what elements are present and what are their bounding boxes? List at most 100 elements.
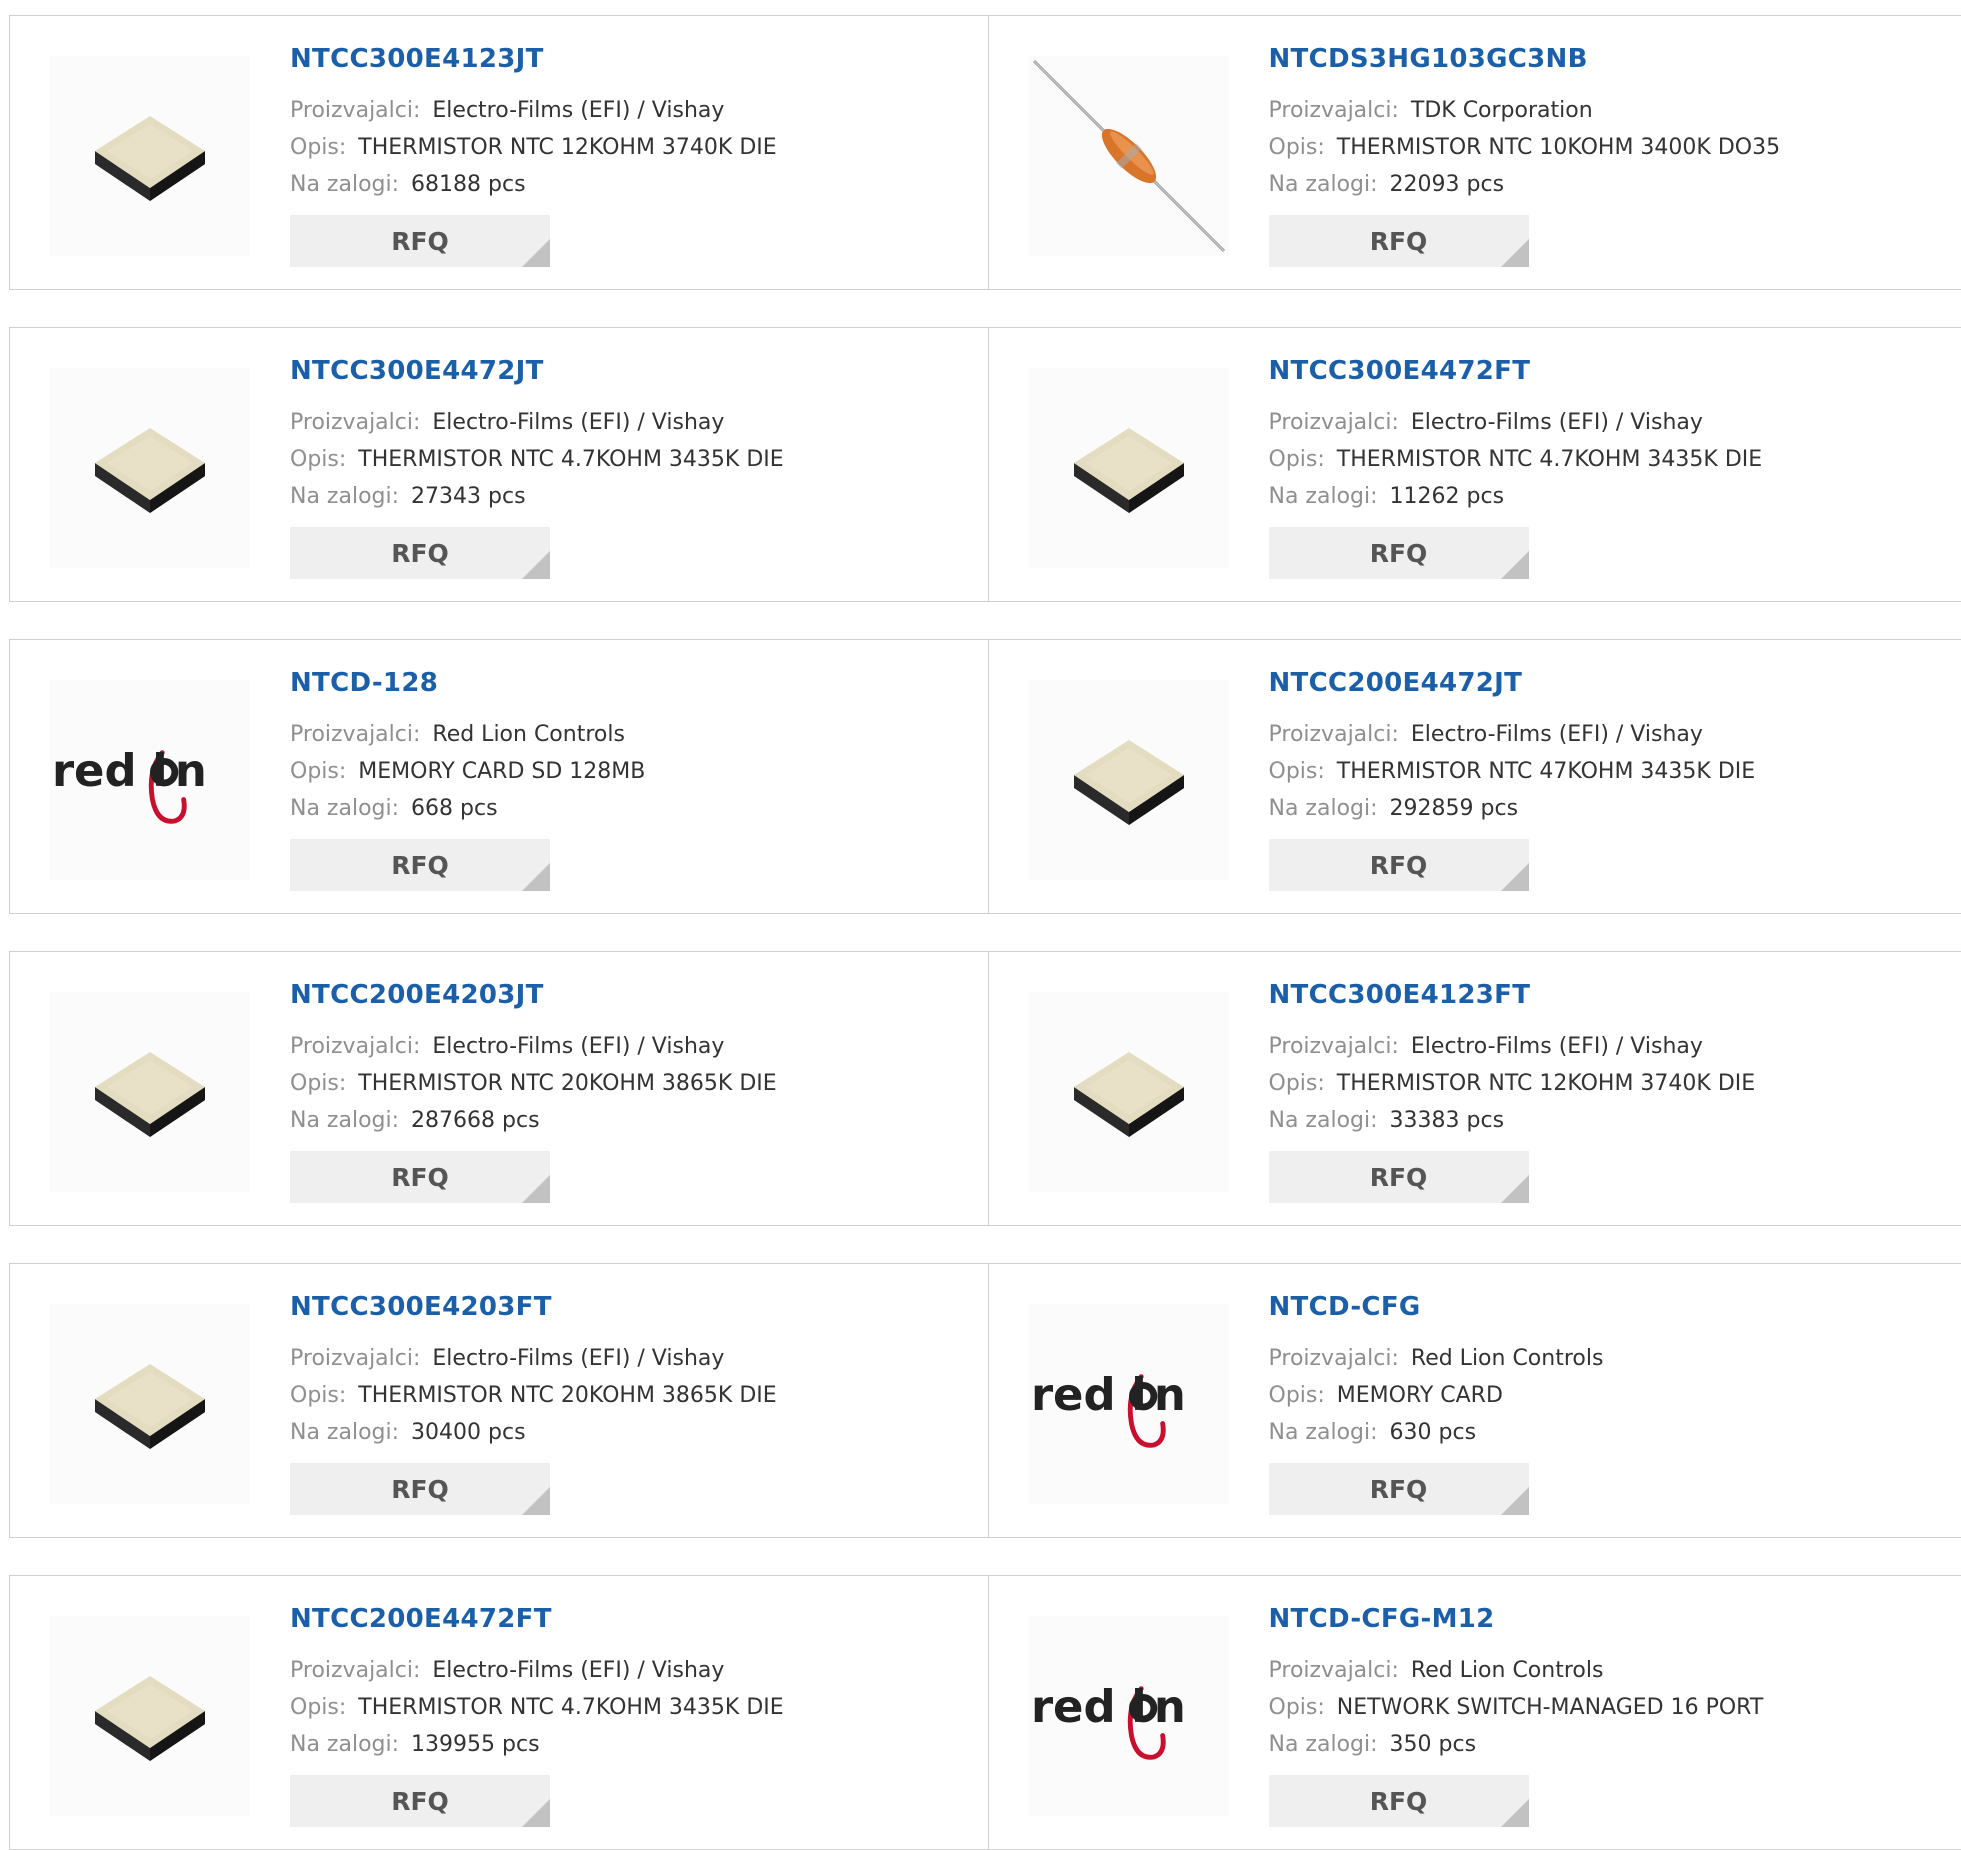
part-number-link[interactable]: NTCC300E4472JT — [290, 356, 784, 386]
stock-value: 350 pcs — [1390, 1732, 1477, 1757]
rfq-button[interactable]: RFQ — [1269, 1151, 1529, 1203]
description-value: THERMISTOR NTC 20KOHM 3865K DIE — [358, 1383, 776, 1408]
manufacturer-label: Proizvajalci: — [290, 1346, 420, 1371]
description-value: NETWORK SWITCH-MANAGED 16 PORT — [1337, 1695, 1764, 1720]
corner-triangle-icon — [1501, 863, 1529, 891]
description-value: THERMISTOR NTC 4.7KOHM 3435K DIE — [358, 1695, 783, 1720]
manufacturer-value: Electro-Films (EFI) / Vishay — [432, 410, 724, 435]
thermistor-die-image[interactable] — [1029, 992, 1229, 1192]
rfq-button[interactable]: RFQ — [1269, 1463, 1529, 1515]
description-label: Opis: — [1269, 759, 1325, 784]
manufacturer-value: Red Lion Controls — [1411, 1346, 1604, 1371]
stock-value: 630 pcs — [1390, 1420, 1477, 1445]
rfq-button[interactable]: RFQ — [1269, 1775, 1529, 1827]
part-number-link[interactable]: NTCC300E4123FT — [1269, 980, 1756, 1010]
manufacturer-value: Electro-Films (EFI) / Vishay — [1411, 722, 1703, 747]
manufacturer-label: Proizvajalci: — [1269, 1034, 1399, 1059]
rfq-button[interactable]: RFQ — [1269, 527, 1529, 579]
manufacturer-value: Electro-Films (EFI) / Vishay — [1411, 410, 1703, 435]
thermistor-die-image[interactable] — [50, 56, 250, 256]
description-value: THERMISTOR NTC 10KOHM 3400K DO35 — [1337, 135, 1780, 160]
rfq-button[interactable]: RFQ — [290, 215, 550, 267]
manufacturer-value: Electro-Films (EFI) / Vishay — [432, 1658, 724, 1683]
part-number-link[interactable]: NTCC300E4203FT — [290, 1292, 777, 1322]
manufacturer-line: Proizvajalci: Red Lion Controls — [1269, 1340, 1604, 1377]
manufacturer-line: Proizvajalci:Red Lion Controls — [1269, 1652, 1764, 1689]
manufacturer-label: Proizvajalci: — [1269, 1346, 1399, 1371]
manufacturer-line: Proizvajalci: Electro-Films (EFI) / Visha… — [290, 404, 784, 441]
product-card: red l n NTCD-CFG Proizvajalci: Red Lion C… — [988, 1264, 1961, 1537]
part-number-link[interactable]: NTCC300E4472FT — [1269, 356, 1763, 386]
manufacturer-line: Proizvajalci:Electro-Films (EFI) / Visha… — [1269, 716, 1756, 753]
manufacturer-label: Proizvajalci: — [1269, 1658, 1399, 1683]
rfq-label: RFQ — [1370, 851, 1428, 880]
description-label: Opis: — [290, 1383, 346, 1408]
rfq-button[interactable]: RFQ — [1269, 839, 1529, 891]
corner-triangle-icon — [522, 551, 550, 579]
product-row: NTCC300E4472JT Proizvajalci: Electro-Film… — [9, 327, 1961, 602]
stock-label: Na zalogi: — [1269, 1420, 1378, 1445]
thermistor-die-image[interactable] — [50, 1304, 250, 1504]
stock-value: 68188 pcs — [411, 172, 526, 197]
part-number-link[interactable]: NTCC200E4472JT — [1269, 668, 1756, 698]
description-label: Opis: — [1269, 447, 1325, 472]
manufacturer-value: Electro-Films (EFI) / Vishay — [432, 1346, 724, 1371]
description-line: Opis:THERMISTOR NTC 20KOHM 3865K DIE — [290, 1065, 777, 1102]
rfq-label: RFQ — [391, 851, 449, 880]
part-number-link[interactable]: NTCDS3HG103GC3NB — [1269, 44, 1781, 74]
rfq-label: RFQ — [391, 1475, 449, 1504]
stock-value: 33383 pcs — [1390, 1108, 1505, 1133]
product-card: NTCC300E4123FT Proizvajalci: Electro-Film… — [988, 952, 1961, 1225]
rfq-label: RFQ — [391, 539, 449, 568]
rfq-button[interactable]: RFQ — [290, 839, 550, 891]
rfq-button[interactable]: RFQ — [290, 1775, 550, 1827]
part-number-link[interactable]: NTCD-CFG — [1269, 1292, 1604, 1322]
part-number-link[interactable]: NTCD-128 — [290, 668, 645, 698]
rfq-button[interactable]: RFQ — [290, 527, 550, 579]
product-card: red l n NTCD-CFG-M12 Proizvajalci:Red Li… — [988, 1576, 1961, 1849]
red-lion-logo[interactable]: red l n — [50, 680, 250, 880]
thermistor-die-image[interactable] — [50, 368, 250, 568]
description-value: THERMISTOR NTC 12KOHM 3740K DIE — [1337, 1071, 1755, 1096]
manufacturer-line: Proizvajalci: Electro-Films (EFI) / Visha… — [290, 1340, 777, 1377]
product-info: NTCD-128 Proizvajalci:Red Lion Controls … — [290, 668, 645, 827]
red-lion-logo[interactable]: red l n — [1029, 1304, 1229, 1504]
rfq-button[interactable]: RFQ — [290, 1151, 550, 1203]
stock-label: Na zalogi: — [290, 1420, 399, 1445]
thermistor-die-image[interactable] — [1029, 368, 1229, 568]
description-label: Opis: — [290, 135, 346, 160]
description-line: Opis:THERMISTOR NTC 47KOHM 3435K DIE — [1269, 753, 1756, 790]
corner-triangle-icon — [1501, 551, 1529, 579]
stock-value: 30400 pcs — [411, 1420, 526, 1445]
manufacturer-line: Proizvajalci:Red Lion Controls — [290, 716, 645, 753]
description-label: Opis: — [290, 1695, 346, 1720]
rfq-button[interactable]: RFQ — [290, 1463, 550, 1515]
product-card: red l n NTCD-128 Proizvajalci:Red Lion C… — [10, 640, 988, 913]
manufacturer-value: Electro-Films (EFI) / Vishay — [1411, 1034, 1703, 1059]
rfq-label: RFQ — [1370, 227, 1428, 256]
stock-label: Na zalogi: — [290, 1732, 399, 1757]
red-lion-logo[interactable]: red l n — [1029, 1616, 1229, 1816]
part-number-link[interactable]: NTCD-CFG-M12 — [1269, 1604, 1764, 1634]
product-card: NTCC300E4472FT Proizvajalci:Electro-Film… — [988, 328, 1961, 601]
stock-line: Na zalogi:22093 pcs — [1269, 166, 1781, 203]
stock-line: Na zalogi:139955 pcs — [290, 1726, 784, 1763]
stock-line: Na zalogi:68188 pcs — [290, 166, 777, 203]
manufacturer-label: Proizvajalci: — [290, 1034, 420, 1059]
manufacturer-value: TDK Corporation — [1411, 98, 1593, 123]
thermistor-die-image[interactable] — [1029, 680, 1229, 880]
product-row: NTCC200E4203JT Proizvajalci: Electro-Film… — [9, 951, 1961, 1226]
stock-label: Na zalogi: — [1269, 1108, 1378, 1133]
manufacturer-label: Proizvajalci: — [290, 410, 420, 435]
stock-label: Na zalogi: — [1269, 484, 1378, 509]
axial-thermistor-image[interactable] — [1029, 56, 1229, 256]
rfq-label: RFQ — [391, 1163, 449, 1192]
rfq-button[interactable]: RFQ — [1269, 215, 1529, 267]
part-number-link[interactable]: NTCC200E4203JT — [290, 980, 777, 1010]
thermistor-die-image[interactable] — [50, 992, 250, 1192]
part-number-link[interactable]: NTCC200E4472FT — [290, 1604, 784, 1634]
thermistor-die-image[interactable] — [50, 1616, 250, 1816]
product-grid: NTCC300E4123JT Proizvajalci: Electro-Film… — [0, 0, 1961, 1845]
part-number-link[interactable]: NTCC300E4123JT — [290, 44, 777, 74]
product-info: NTCC200E4472JT Proizvajalci:Electro-Film… — [1269, 668, 1756, 827]
